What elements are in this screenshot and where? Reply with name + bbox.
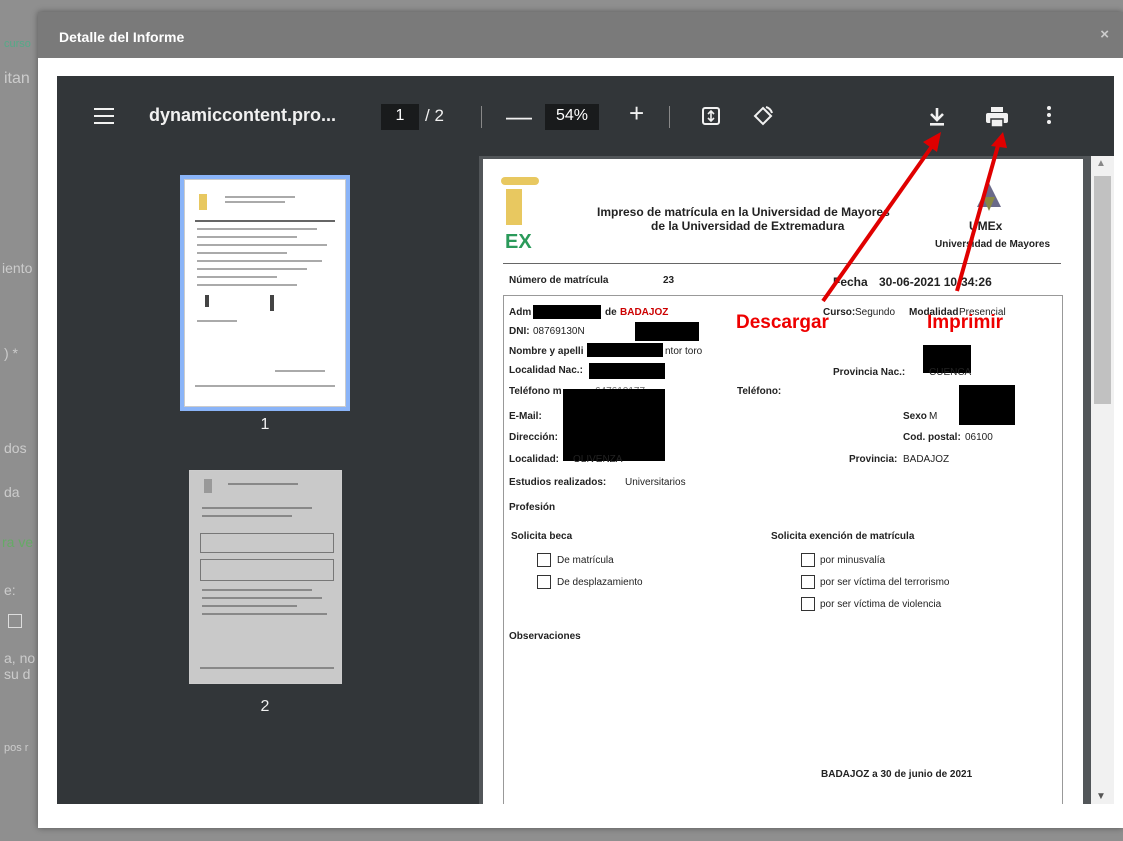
annotation-imprimir: Imprimir [927,312,1004,333]
annotation-arrows [821,132,1007,303]
close-icon[interactable]: × [1100,26,1109,43]
bg-text: e: [4,582,16,598]
report-detail-modal: Detalle del Informe × dynamiccontent.pro… [38,12,1123,828]
bg-text: a, no [4,650,36,666]
bg-text: dos [4,440,27,456]
annotation-descargar: Descargar [736,312,829,333]
pdf-viewer: dynamiccontent.pro... 1 / 2 — 54% + 1 2 … [57,76,1114,804]
bg-text: itan [4,70,30,87]
bg-text: da [4,484,20,500]
modal-header: Detalle del Informe × [38,12,1123,58]
bg-text: ra ve [2,534,34,550]
bg-text: curso [4,38,31,50]
bg-text: iento [2,260,33,276]
bg-text: su d [4,666,31,682]
bg-text: pos r [4,742,29,754]
modal-title: Detalle del Informe [59,29,185,45]
bg-text: ) * [4,345,18,361]
bg-checkbox [8,614,22,628]
